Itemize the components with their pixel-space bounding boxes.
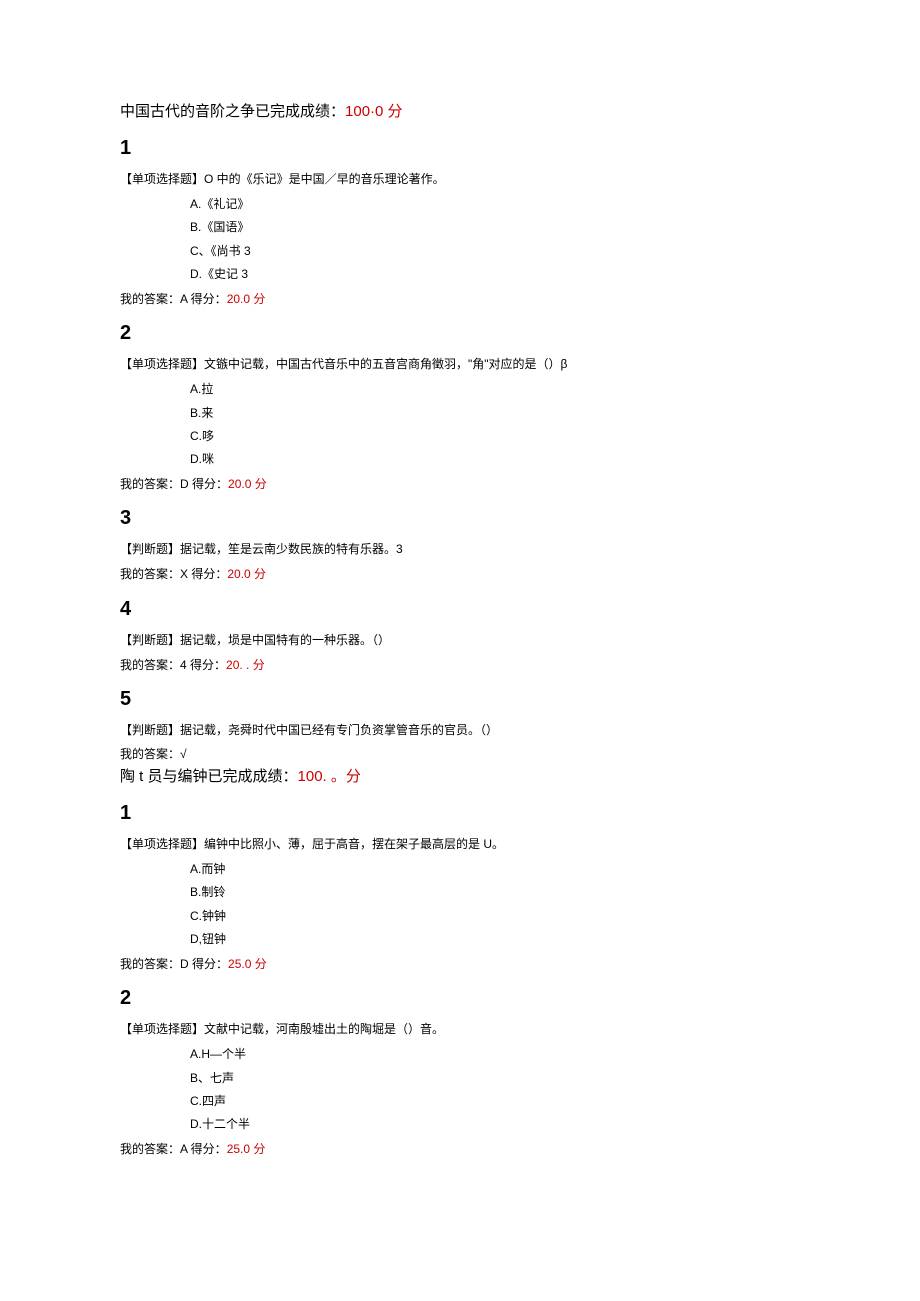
answer-text: 我的答案：√ — [120, 747, 187, 761]
option: C、《尚书 3 — [190, 242, 800, 261]
question-number: 1 — [120, 132, 800, 164]
answer-score: 20. . 分 — [226, 658, 265, 672]
option: B.来 — [190, 404, 800, 423]
option: C.四声 — [190, 1092, 800, 1111]
option: D.咪 — [190, 450, 800, 469]
section-title: 陶 t 员与编钟已完成成绩：100. 。分 — [120, 765, 800, 789]
options: A.而钟 B.制铃 C.钟钟 D,钮钟 — [190, 860, 800, 949]
question-stem: 【单项选择题】文献中记载，河南殷墟出土的陶堀是（）音。 — [120, 1020, 800, 1039]
question-stem: 【判断题】据记载，尧舜时代中国已经有专门负资掌管音乐的官员。（） — [120, 721, 800, 739]
option: C.哆 — [190, 427, 800, 446]
question-stem: 【判断题】据记载，埙是中国特有的一种乐器。（） — [120, 631, 800, 650]
option: A.H—个半 — [190, 1045, 800, 1064]
question-stem: 【单项选择题】编钟中比照小、薄，屈于高音，摆在架子最高层的是 U。 — [120, 835, 800, 854]
option: D.《史记 3 — [190, 265, 800, 284]
answer-score: 20.0 分 — [227, 292, 266, 306]
answer-score: 20.0 分 — [228, 477, 267, 491]
option: B、七声 — [190, 1069, 800, 1088]
option: C.钟钟 — [190, 907, 800, 926]
question-number: 3 — [120, 502, 800, 534]
options: A.拉 B.来 C.哆 D.咪 — [190, 380, 800, 469]
question-number: 1 — [120, 797, 800, 829]
question-number: 5 — [120, 683, 800, 715]
question-number: 2 — [120, 317, 800, 349]
answer-text: 我的答案：X 得分： — [120, 567, 227, 581]
answer-text: 我的答案：D 得分： — [120, 957, 228, 971]
option: A.《礼记》 — [190, 195, 800, 214]
my-answer: 我的答案：D 得分：25.0 分 — [120, 955, 800, 974]
answer-score: 25.0 分 — [227, 1142, 266, 1156]
answer-text: 我的答案：A 得分： — [120, 292, 227, 306]
option: D.十二个半 — [190, 1115, 800, 1134]
option: A.而钟 — [190, 860, 800, 879]
answer-score: 20.0 分 — [227, 567, 266, 581]
answer-text: 我的答案：A 得分： — [120, 1142, 227, 1156]
answer-text: 我的答案：D 得分： — [120, 477, 228, 491]
my-answer: 我的答案：√ — [120, 745, 800, 763]
section-title: 中国古代的音阶之争已完成成绩：100·0 分 — [120, 100, 800, 124]
section-title-text: 陶 t 员与编钟已完成成绩： — [120, 768, 298, 785]
option: A.拉 — [190, 380, 800, 399]
section-score: 100·0 分 — [345, 103, 403, 120]
option: B.《国语》 — [190, 218, 800, 237]
question-stem: 【单项选择题】O 中的《乐记》是中国／早的音乐理论著作。 — [120, 170, 800, 189]
options: A.《礼记》 B.《国语》 C、《尚书 3 D.《史记 3 — [190, 195, 800, 284]
section-title-text: 中国古代的音阶之争已完成成绩： — [120, 103, 345, 120]
answer-score: 25.0 分 — [228, 957, 267, 971]
my-answer: 我的答案：A 得分：20.0 分 — [120, 290, 800, 309]
my-answer: 我的答案：A 得分：25.0 分 — [120, 1140, 800, 1159]
section-score: 100. 。分 — [298, 768, 361, 785]
my-answer: 我的答案：4 得分：20. . 分 — [120, 656, 800, 675]
options: A.H—个半 B、七声 C.四声 D.十二个半 — [190, 1045, 800, 1134]
question-stem: 【单项选择题】文镞中记载，中国古代音乐中的五音宫商角徵羽，"角"对应的是（）β — [120, 355, 800, 374]
question-number: 2 — [120, 982, 800, 1014]
my-answer: 我的答案：D 得分：20.0 分 — [120, 475, 800, 494]
my-answer: 我的答案：X 得分：20.0 分 — [120, 565, 800, 584]
question-number: 4 — [120, 593, 800, 625]
answer-text: 我的答案：4 得分： — [120, 658, 226, 672]
option: D,钮钟 — [190, 930, 800, 949]
question-stem: 【判断题】据记载，笙是云南少数民族的特有乐器。3 — [120, 540, 800, 559]
option: B.制铃 — [190, 883, 800, 902]
